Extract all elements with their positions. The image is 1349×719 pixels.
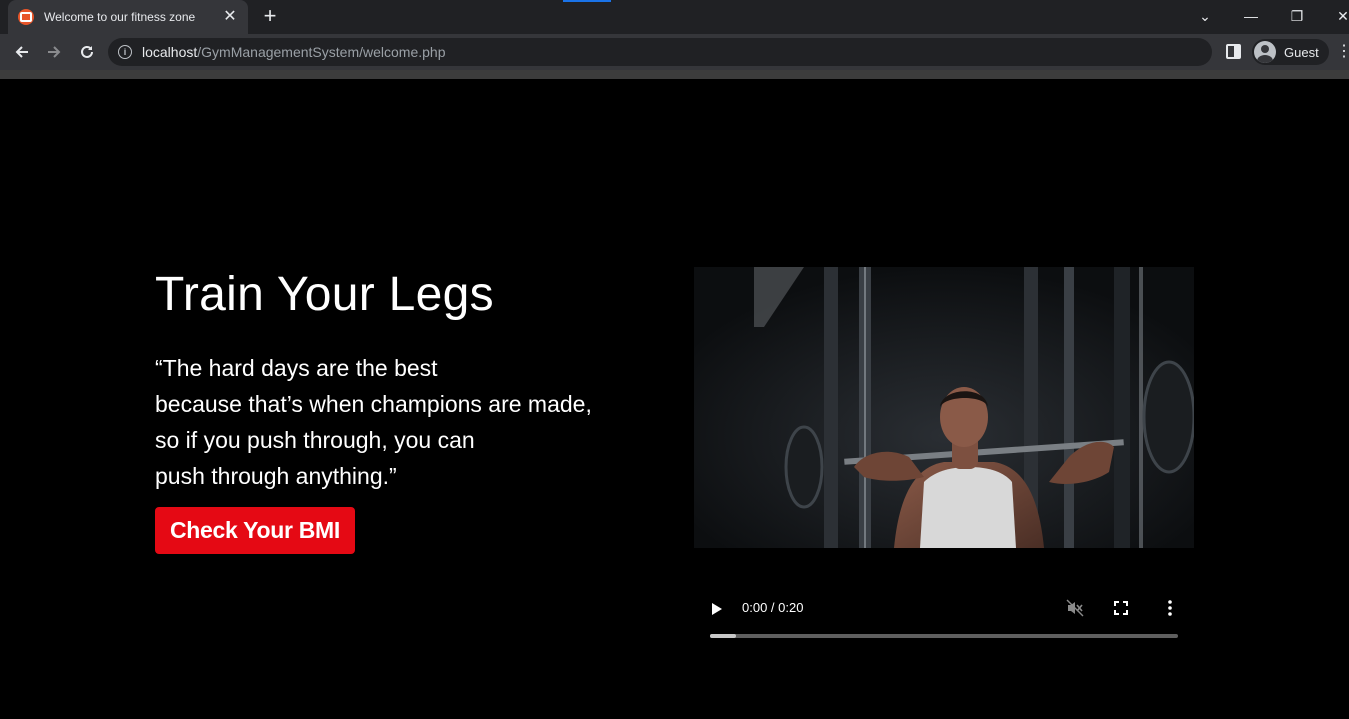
more-options-icon[interactable]	[1164, 599, 1176, 617]
tab-strip: Welcome to our fitness zone ✕ + ⌄ — ❐ ✕	[0, 0, 1349, 34]
browser-tab[interactable]: Welcome to our fitness zone ✕	[8, 0, 248, 34]
close-window-button[interactable]: ✕	[1328, 4, 1349, 28]
reload-icon[interactable]	[75, 40, 99, 64]
profile-avatar-icon	[1254, 41, 1276, 63]
address-bar[interactable]: i localhost/GymManagementSystem/welcome.…	[108, 38, 1212, 66]
url-text: localhost/GymManagementSystem/welcome.ph…	[142, 44, 445, 60]
toolbar-divider	[0, 70, 1349, 79]
gym-scene-illustration	[694, 267, 1194, 548]
tab-close-icon[interactable]: ✕	[222, 9, 238, 25]
video-controls: 0:00 / 0:20	[694, 589, 1194, 639]
quote-line: push through anything.”	[155, 463, 397, 489]
restore-button[interactable]: ❐	[1282, 4, 1312, 28]
menu-dots-icon[interactable]: ⋮	[1336, 42, 1349, 62]
browser-toolbar: i localhost/GymManagementSystem/welcome.…	[0, 34, 1349, 70]
page-content: Train Your Legs “The hard days are the b…	[0, 79, 1349, 719]
hero-title: Train Your Legs	[155, 268, 494, 321]
video-poster[interactable]	[694, 267, 1194, 548]
forward-arrow-icon[interactable]	[42, 40, 66, 64]
side-panel-icon[interactable]	[1226, 44, 1241, 59]
quote-line: so if you push through, you can	[155, 427, 475, 453]
video-progress-bar[interactable]	[710, 634, 1178, 638]
quote-line: “The hard days are the best	[155, 355, 438, 381]
quote-line: because that’s when champions are made,	[155, 391, 592, 417]
hero-quote: “The hard days are the best because that…	[155, 350, 592, 494]
check-bmi-button[interactable]: Check Your BMI	[155, 507, 355, 554]
url-host: localhost	[142, 44, 198, 60]
back-arrow-icon[interactable]	[10, 40, 34, 64]
info-icon[interactable]: i	[118, 45, 132, 59]
video-time: 0:00 / 0:20	[742, 600, 804, 615]
mute-icon[interactable]	[1066, 599, 1084, 617]
tab-title: Welcome to our fitness zone	[44, 10, 196, 24]
fullscreen-icon[interactable]	[1114, 601, 1128, 615]
profile-label: Guest	[1284, 44, 1319, 60]
new-tab-button[interactable]: +	[258, 5, 282, 29]
video-progress-fill	[710, 634, 736, 638]
profile-button[interactable]: Guest	[1252, 39, 1329, 65]
tab-search-button[interactable]: ⌄	[1190, 4, 1220, 28]
play-icon[interactable]	[712, 603, 722, 615]
drag-indicator	[563, 0, 611, 2]
favicon-icon	[18, 9, 34, 25]
minimize-button[interactable]: —	[1236, 4, 1266, 28]
url-path: /GymManagementSystem/welcome.php	[197, 44, 446, 60]
